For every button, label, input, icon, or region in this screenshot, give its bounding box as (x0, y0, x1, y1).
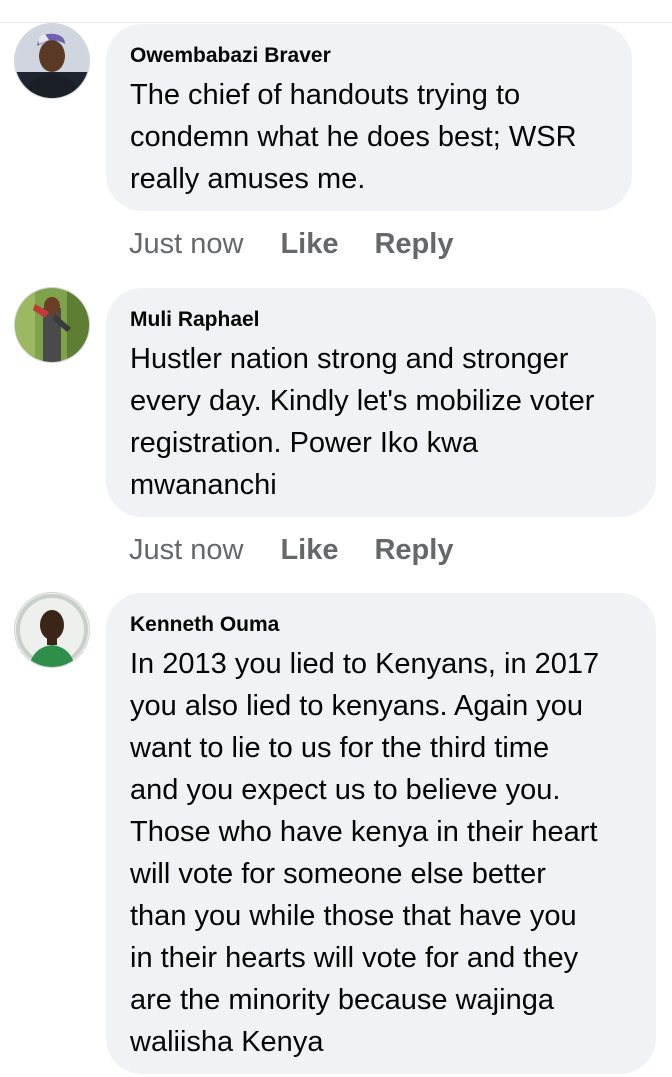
comment-bubble: Muli Raphael Hustler nation strong and s… (106, 288, 656, 517)
reply-button[interactable]: Reply (374, 534, 453, 567)
comment-author[interactable]: Owembabazi Braver (130, 42, 608, 70)
top-divider (0, 22, 672, 23)
comment-author[interactable]: Muli Raphael (130, 306, 632, 334)
comment-text: Hustler nation strong and stronger every… (130, 343, 595, 501)
comment-text: In 2013 you lied to Kenyans, in 2017 you… (130, 648, 600, 1058)
comment-author[interactable]: Kenneth Ouma (130, 611, 632, 639)
comment-actions: Just now Like Reply (129, 530, 489, 570)
comment-bubble: Owembabazi Braver The chief of handouts … (106, 24, 632, 211)
avatar[interactable] (15, 593, 89, 667)
avatar[interactable] (15, 288, 89, 362)
comment-timestamp[interactable]: Just now (129, 228, 243, 261)
reply-button[interactable]: Reply (374, 228, 453, 261)
comment-timestamp[interactable]: Just now (129, 534, 243, 567)
comment-bubble: Kenneth Ouma In 2013 you lied to Kenyans… (106, 593, 656, 1074)
comment-text: The chief of handouts trying to condemn … (130, 79, 577, 195)
like-button[interactable]: Like (280, 228, 338, 261)
comment-actions: Just now Like Reply (129, 224, 489, 264)
like-button[interactable]: Like (280, 534, 338, 567)
avatar[interactable] (15, 24, 89, 98)
